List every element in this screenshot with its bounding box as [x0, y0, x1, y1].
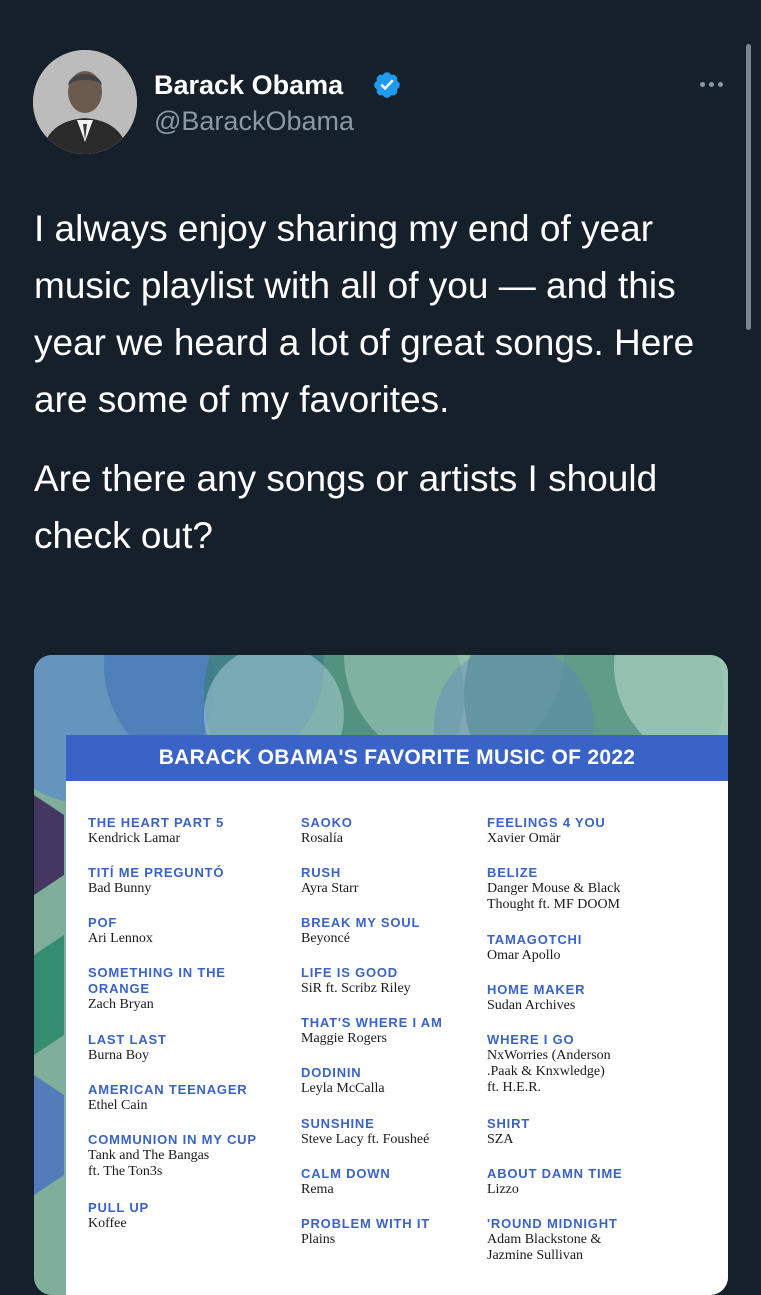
song-artist: Omar Apollo [487, 948, 561, 963]
song-entry: SOMETHING IN THE ORANGE Zach Bryan [88, 965, 226, 1013]
song-artist: SiR ft. Scribz Riley [301, 981, 411, 996]
song-artist: Danger Mouse & Black Thought ft. MF DOOM [487, 881, 621, 912]
song-entry: POF Ari Lennox [88, 915, 153, 947]
song-entry: SUNSHINE Steve Lacy ft. Fousheé [301, 1116, 429, 1148]
song-title: WHERE I GO [487, 1032, 575, 1047]
song-title: LAST LAST [88, 1032, 167, 1047]
song-entry: PROBLEM WITH IT Plains [301, 1216, 430, 1248]
song-artist: Ari Lennox [88, 931, 153, 946]
song-title: LIFE IS GOOD [301, 965, 398, 980]
display-name[interactable]: Barack Obama [154, 70, 343, 101]
more-horizontal-icon [699, 81, 705, 87]
song-title: PROBLEM WITH IT [301, 1216, 430, 1231]
song-title: POF [88, 915, 118, 930]
song-artist: Xavier Omär [487, 831, 561, 846]
song-artist: Ayra Starr [301, 881, 359, 896]
song-title: 'ROUND MIDNIGHT [487, 1216, 618, 1231]
song-entry: 'ROUND MIDNIGHT Adam Blackstone & Jazmine… [487, 1216, 618, 1264]
song-title: CALM DOWN [301, 1166, 391, 1181]
song-title: HOME MAKER [487, 982, 586, 997]
tweet-paragraph: Are there any songs or artists I should … [34, 458, 658, 556]
song-artist: Adam Blackstone & Jazmine Sullivan [487, 1232, 602, 1263]
song-title: BELIZE [487, 865, 539, 880]
song-entry: BELIZE Danger Mouse & Black Thought ft. M… [487, 865, 620, 913]
song-artist: Zach Bryan [88, 997, 154, 1012]
song-entry: THE HEART PART 5 Kendrick Lamar [88, 815, 224, 847]
verified-badge-icon [374, 72, 400, 98]
song-entry: AMERICAN TEENAGER Ethel Cain [88, 1082, 248, 1114]
song-entry: LIFE IS GOOD SiR ft. Scribz Riley [301, 965, 411, 997]
song-title: SAOKO [301, 815, 353, 830]
tweet-text: I always enjoy sharing my end of year mu… [34, 200, 734, 586]
avatar[interactable] [33, 50, 137, 154]
song-artist: Rosalía [301, 831, 343, 846]
song-artist: Tank and The Bangas ft. The Ton3s [88, 1148, 210, 1179]
song-artist: Ethel Cain [88, 1098, 148, 1113]
song-artist: Maggie Rogers [301, 1031, 387, 1046]
song-entry: CALM DOWN Rema [301, 1166, 391, 1198]
song-entry: ABOUT DAMN TIME Lizzo [487, 1166, 623, 1198]
song-entry: SAOKO Rosalía [301, 815, 353, 847]
more-options-button[interactable] [693, 66, 729, 102]
song-artist: Bad Bunny [88, 881, 152, 896]
playlist-card: BARACK OBAMA'S FAVORITE MUSIC OF 2022 TH… [66, 735, 728, 1295]
song-artist: Koffee [88, 1216, 127, 1231]
song-artist: NxWorries (Anderson .Paak & Knxwledge) f… [487, 1048, 611, 1095]
song-title: COMMUNION IN MY CUP [88, 1132, 257, 1147]
song-entry: BREAK MY SOUL Beyoncé [301, 915, 420, 947]
song-entry: DODININ Leyla McCalla [301, 1065, 385, 1097]
song-artist: Sudan Archives [487, 998, 576, 1013]
scrollbar[interactable] [746, 44, 751, 330]
song-title: THE HEART PART 5 [88, 815, 225, 830]
song-title: RUSH [301, 865, 342, 880]
song-title: DODININ [301, 1065, 362, 1080]
song-title: TAMAGOTCHI [487, 932, 583, 947]
song-artist: Burna Boy [88, 1048, 150, 1063]
song-entry: TITÍ ME PREGUNTÓ Bad Bunny [88, 865, 224, 897]
song-title: FEELINGS 4 YOU [487, 815, 606, 830]
song-artist: Leyla McCalla [301, 1081, 385, 1096]
tweet-paragraph: I always enjoy sharing my end of year mu… [34, 208, 695, 420]
song-entry: THAT'S WHERE I AM Maggie Rogers [301, 1015, 443, 1047]
song-title: SUNSHINE [301, 1116, 375, 1131]
song-entry: WHERE I GO NxWorries (Anderson .Paak & Kn… [487, 1032, 611, 1096]
tweet-image[interactable]: BARACK OBAMA'S FAVORITE MUSIC OF 2022 TH… [34, 655, 728, 1295]
song-title: SHIRT [487, 1116, 530, 1131]
user-handle[interactable]: @BarackObama [154, 106, 354, 137]
song-entry: HOME MAKER Sudan Archives [487, 982, 585, 1014]
song-entry: TAMAGOTCHI Omar Apollo [487, 932, 582, 964]
song-artist: Beyoncé [301, 931, 350, 946]
song-title: BREAK MY SOUL [301, 915, 421, 930]
song-title: THAT'S WHERE I AM [301, 1015, 443, 1030]
song-entry: SHIRT SZA [487, 1116, 530, 1148]
song-entry: PULL UP Koffee [88, 1200, 149, 1232]
song-artist: SZA [487, 1132, 514, 1147]
playlist-title: BARACK OBAMA'S FAVORITE MUSIC OF 2022 [66, 735, 728, 781]
song-artist: Lizzo [487, 1182, 519, 1197]
song-artist: Rema [301, 1182, 334, 1197]
song-entry: LAST LAST Burna Boy [88, 1032, 167, 1064]
song-title: AMERICAN TEENAGER [88, 1082, 248, 1097]
song-title: TITÍ ME PREGUNTÓ [88, 865, 225, 880]
song-title: SOMETHING IN THE ORANGE [88, 965, 226, 996]
song-entry: COMMUNION IN MY CUP Tank and The Bangas f… [88, 1132, 257, 1180]
song-entry: FEELINGS 4 YOU Xavier Omär [487, 815, 606, 847]
song-title: ABOUT DAMN TIME [487, 1166, 623, 1181]
song-entry: RUSH Ayra Starr [301, 865, 358, 897]
song-title: PULL UP [88, 1200, 149, 1215]
song-artist: Steve Lacy ft. Fousheé [301, 1132, 430, 1147]
song-artist: Kendrick Lamar [88, 831, 181, 846]
song-artist: Plains [301, 1232, 336, 1247]
